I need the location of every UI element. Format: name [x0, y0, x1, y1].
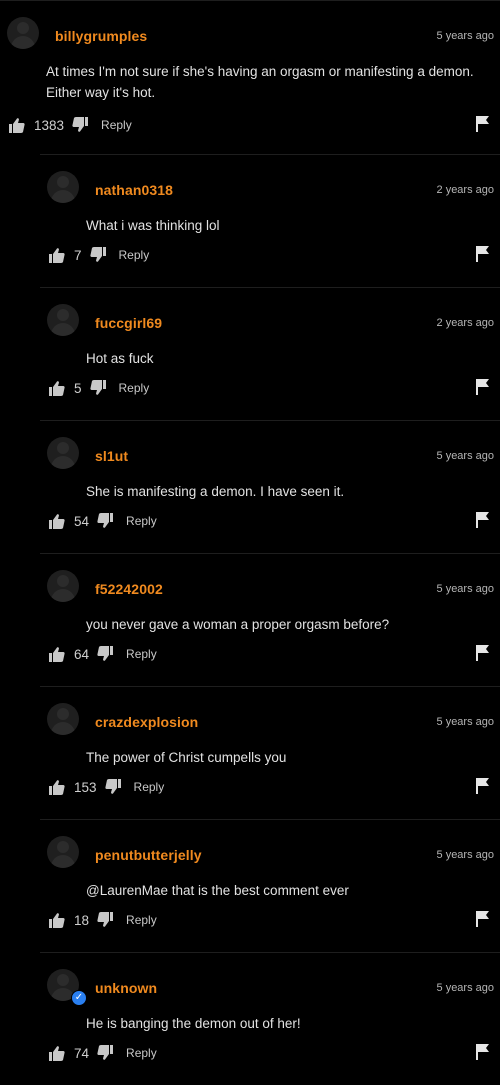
comment-username[interactable]: sl1ut	[95, 448, 128, 464]
flag-icon[interactable]	[476, 246, 489, 262]
comment-timestamp: 2 years ago	[436, 184, 494, 196]
thumb-up-icon[interactable]	[49, 247, 65, 263]
comment-timestamp: 5 years ago	[436, 716, 494, 728]
thumb-up-icon[interactable]	[49, 779, 65, 795]
avatar[interactable]	[47, 171, 79, 203]
comment-actions: 153 Reply	[49, 778, 164, 796]
comment-actions: 7 Reply	[49, 246, 149, 264]
reply-button[interactable]: Reply	[119, 248, 150, 262]
thumb-down-icon[interactable]	[97, 912, 114, 928]
flag-icon[interactable]	[476, 116, 489, 132]
comment-actions: 1383 Reply	[9, 116, 132, 134]
comment-username[interactable]: crazdexplosion	[95, 714, 198, 730]
avatar[interactable]	[47, 570, 79, 602]
comment-text: What i was thinking lol	[86, 218, 220, 233]
avatar[interactable]	[47, 437, 79, 469]
comment-text: He is banging the demon out of her!	[86, 1016, 301, 1031]
avatar[interactable]	[47, 304, 79, 336]
comment-username[interactable]: unknown	[95, 980, 157, 996]
comment-text: Hot as fuck	[86, 351, 154, 366]
comment-timestamp: 5 years ago	[436, 982, 494, 994]
reply-button[interactable]: Reply	[126, 514, 157, 528]
verified-check-icon: ✓	[71, 990, 87, 1006]
thumb-down-icon[interactable]	[104, 779, 121, 795]
comment-reply: penutbutterjelly 5 years ago @LaurenMae …	[40, 819, 500, 952]
avatar[interactable]	[47, 703, 79, 735]
comment-actions: 5 Reply	[49, 379, 149, 397]
flag-icon[interactable]	[476, 911, 489, 927]
comment-reply: crazdexplosion 5 years ago The power of …	[40, 686, 500, 819]
comment-text: She is manifesting a demon. I have seen …	[86, 484, 345, 499]
comment-timestamp: 2 years ago	[436, 317, 494, 329]
reply-button[interactable]: Reply	[126, 913, 157, 927]
vote-count: 18	[74, 912, 90, 928]
thumb-down-icon[interactable]	[97, 646, 114, 662]
avatar[interactable]	[47, 836, 79, 868]
comment-username[interactable]: nathan0318	[95, 182, 173, 198]
flag-icon[interactable]	[476, 645, 489, 661]
comment-reply: fuccgirl69 2 years ago Hot as fuck 5 Rep…	[40, 287, 500, 420]
flag-icon[interactable]	[476, 1044, 489, 1060]
comment-actions: 54 Reply	[49, 512, 157, 530]
comment-username[interactable]: f52242002	[95, 581, 163, 597]
thumb-up-icon[interactable]	[49, 513, 65, 529]
comment-username[interactable]: billygrumples	[55, 28, 147, 44]
comment-text: @LaurenMae that is the best comment ever	[86, 883, 349, 898]
comment-reply: nathan0318 2 years ago What i was thinki…	[40, 154, 500, 287]
vote-count: 54	[74, 513, 90, 529]
thumb-down-icon[interactable]	[97, 1045, 114, 1061]
comment-text: At times I'm not sure if she's having an…	[46, 64, 474, 100]
comment-username[interactable]: penutbutterjelly	[95, 847, 202, 863]
thumb-down-icon[interactable]	[89, 247, 106, 263]
thumb-down-icon[interactable]	[72, 117, 89, 133]
thumb-down-icon[interactable]	[97, 513, 114, 529]
comment-text: you never gave a woman a proper orgasm b…	[86, 617, 390, 632]
reply-button[interactable]: Reply	[126, 647, 157, 661]
comment-timestamp: 5 years ago	[436, 30, 494, 42]
reply-button[interactable]: Reply	[126, 1046, 157, 1060]
comment-reply: ✓ unknown 5 years ago He is banging the …	[40, 952, 500, 1085]
flag-icon[interactable]	[476, 379, 489, 395]
thumb-down-icon[interactable]	[89, 380, 106, 396]
comment-username[interactable]: fuccgirl69	[95, 315, 162, 331]
vote-count: 5	[74, 380, 82, 396]
thumb-up-icon[interactable]	[49, 380, 65, 396]
vote-count: 64	[74, 646, 90, 662]
flag-icon[interactable]	[476, 778, 489, 794]
comment-timestamp: 5 years ago	[436, 583, 494, 595]
thumb-up-icon[interactable]	[49, 912, 65, 928]
vote-count: 74	[74, 1045, 90, 1061]
reply-button[interactable]: Reply	[101, 118, 132, 132]
avatar[interactable]	[7, 17, 39, 49]
reply-button[interactable]: Reply	[134, 780, 165, 794]
comment-reply: sl1ut 5 years ago She is manifesting a d…	[40, 420, 500, 553]
thumb-up-icon[interactable]	[49, 646, 65, 662]
flag-icon[interactable]	[476, 512, 489, 528]
comment-root: billygrumples 5 years ago At times I'm n…	[0, 0, 500, 154]
reply-button[interactable]: Reply	[119, 381, 150, 395]
thumb-up-icon[interactable]	[49, 1045, 65, 1061]
vote-count: 7	[74, 247, 82, 263]
comment-actions: 18 Reply	[49, 911, 157, 929]
vote-count: 1383	[34, 117, 65, 133]
thumb-up-icon[interactable]	[9, 117, 25, 133]
comment-timestamp: 5 years ago	[436, 849, 494, 861]
comment-timestamp: 5 years ago	[436, 450, 494, 462]
comment-reply: f52242002 5 years ago you never gave a w…	[40, 553, 500, 686]
comment-text: The power of Christ cumpells you	[86, 750, 287, 765]
comment-actions: 74 Reply	[49, 1044, 157, 1062]
comment-actions: 64 Reply	[49, 645, 157, 663]
vote-count: 153	[74, 779, 97, 795]
